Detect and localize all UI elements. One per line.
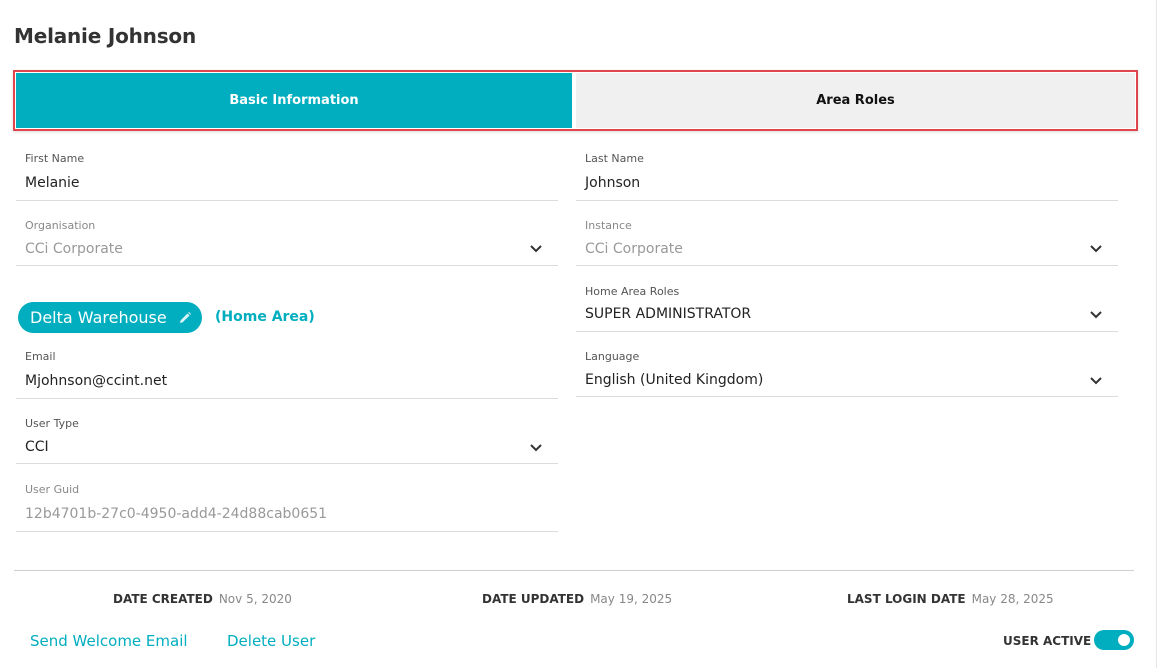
footer-divider (14, 570, 1134, 571)
first-name-value: Melanie (25, 175, 80, 191)
send-welcome-email-link[interactable]: Send Welcome Email (30, 632, 188, 650)
language-label: Language (585, 350, 640, 363)
user-type-label: User Type (25, 417, 79, 430)
user-guid-field: User Guid 12b4701b-27c0-4950-add4-24d88c… (16, 481, 558, 532)
date-created: DATE CREATED Nov 5, 2020 (113, 592, 292, 606)
user-active-toggle[interactable] (1094, 630, 1134, 650)
last-login-date: LAST LOGIN DATE May 28, 2025 (847, 592, 1054, 606)
last-name-value: Johnson (585, 175, 641, 191)
chevron-down-icon[interactable] (1090, 311, 1102, 321)
last-name-label: Last Name (585, 152, 644, 165)
organisation-value: CCi Corporate (25, 241, 123, 257)
last-login-label: LAST LOGIN DATE (847, 592, 966, 606)
user-guid-value: 12b4701b-27c0-4950-add4-24d88cab0651 (25, 506, 328, 522)
date-updated: DATE UPDATED May 19, 2025 (482, 592, 672, 606)
chevron-down-icon[interactable] (530, 444, 542, 454)
email-label: Email (25, 350, 56, 363)
chevron-down-icon (530, 245, 542, 255)
delete-user-link[interactable]: Delete User (227, 632, 315, 650)
user-guid-label: User Guid (25, 483, 80, 496)
language-select[interactable]: Language English (United Kingdom) (576, 348, 1118, 397)
tab-basic-information[interactable]: Basic Information (16, 73, 572, 128)
user-type-select[interactable]: User Type CCI (16, 415, 558, 464)
panel-right-border (1156, 0, 1157, 668)
home-area-roles-label: Home Area Roles (585, 285, 680, 298)
date-created-label: DATE CREATED (113, 592, 213, 606)
chevron-down-icon (1090, 245, 1102, 255)
date-updated-label: DATE UPDATED (482, 592, 585, 606)
chevron-down-icon[interactable] (1090, 377, 1102, 387)
first-name-field[interactable]: First Name Melanie (16, 150, 558, 201)
tab-area-roles[interactable]: Area Roles (576, 73, 1135, 128)
home-area-chip-label: Delta Warehouse (30, 308, 167, 327)
page-title: Melanie Johnson (14, 24, 196, 48)
home-area-roles-value: SUPER ADMINISTRATOR (585, 306, 752, 322)
last-login-value: May 28, 2025 (971, 592, 1054, 606)
email-value: Mjohnson@ccint.net (25, 373, 168, 389)
language-value: English (United Kingdom) (585, 372, 764, 388)
home-area-roles-select[interactable]: Home Area Roles SUPER ADMINISTRATOR (576, 283, 1118, 332)
instance-select: Instance CCi Corporate (576, 217, 1118, 266)
user-active-label: USER ACTIVE (1003, 634, 1092, 648)
user-type-value: CCI (25, 439, 49, 455)
toggle-knob (1118, 634, 1130, 646)
date-created-value: Nov 5, 2020 (218, 592, 292, 606)
instance-label: Instance (585, 219, 632, 232)
first-name-label: First Name (25, 152, 85, 165)
home-area-tag: (Home Area) (215, 309, 315, 325)
pencil-icon[interactable] (178, 310, 192, 324)
organisation-label: Organisation (25, 219, 96, 232)
organisation-select: Organisation CCi Corporate (16, 217, 558, 266)
last-name-field[interactable]: Last Name Johnson (576, 150, 1118, 201)
email-field[interactable]: Email Mjohnson@ccint.net (16, 348, 558, 399)
home-area-chip[interactable]: Delta Warehouse (18, 302, 202, 333)
instance-value: CCi Corporate (585, 241, 683, 257)
date-updated-value: May 19, 2025 (590, 592, 673, 606)
